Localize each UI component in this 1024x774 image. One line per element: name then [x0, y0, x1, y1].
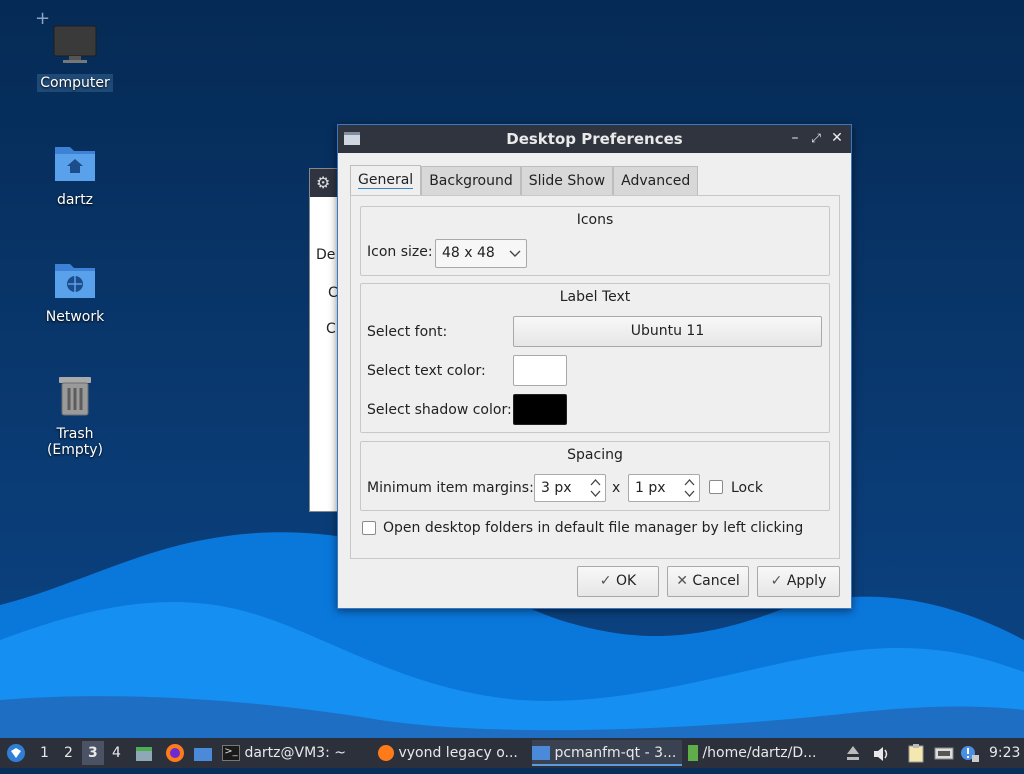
icon-size-label: Icon size: [367, 244, 433, 260]
cancel-icon: ✕ [676, 573, 688, 589]
task-file-manager[interactable]: /home/dartz/D... [688, 740, 838, 766]
check-icon: ✓ [770, 573, 783, 589]
open-folders-label: Open desktop folders in default file man… [383, 520, 804, 536]
label-text-group: Label Text Select font: Ubuntu 11 Select… [360, 283, 830, 433]
margin-x-value: 3 px [541, 480, 572, 496]
notification-icon[interactable] [960, 744, 980, 762]
clipboard-icon[interactable] [907, 743, 925, 763]
dialog-titlebar[interactable]: Desktop Preferences – ⤢ ✕ [338, 125, 851, 153]
desktop-icon-network[interactable]: Network [25, 256, 125, 326]
margin-y-value: 1 px [635, 480, 666, 496]
tab-background[interactable]: Background [421, 166, 521, 195]
tab-slide-show[interactable]: Slide Show [520, 166, 614, 195]
desktop-icon-label: Computer [37, 74, 113, 92]
margins-label: Minimum item margins: [367, 480, 534, 496]
computer-icon [51, 22, 99, 70]
spin-arrows-icon[interactable] [590, 478, 601, 498]
volume-icon[interactable] [872, 744, 890, 762]
file-manager-icon [688, 745, 698, 761]
shadow-color-swatch[interactable] [513, 394, 567, 425]
open-folders-checkbox[interactable] [362, 521, 376, 535]
tab-label: General [358, 172, 414, 189]
apply-label: Apply [786, 573, 827, 589]
task-label: /home/dartz/D... [702, 745, 817, 761]
firefox-icon [378, 745, 394, 761]
desktop-icon-home[interactable]: dartz [25, 139, 125, 209]
margin-x-spinbox[interactable]: 3 px [534, 474, 606, 502]
text-color-label: Select text color: [367, 363, 486, 379]
network-icon[interactable] [934, 744, 954, 762]
ok-button[interactable]: ✓ OK [577, 566, 659, 597]
icon-size-value: 48 x 48 [442, 245, 495, 261]
start-menu-icon[interactable] [6, 743, 26, 763]
general-tab-pane: Icons Icon size: 48 x 48 Label Text Sele… [350, 195, 840, 559]
desktop-icon-label: Network [45, 309, 105, 325]
trash-icon [51, 373, 99, 421]
margin-y-spinbox[interactable]: 1 px [628, 474, 700, 502]
tab-label: Advanced [621, 173, 691, 189]
background-window-label: De [316, 247, 336, 263]
desktop-icon-label: Trash (Empty) [46, 426, 104, 458]
spin-arrows-icon[interactable] [684, 478, 695, 498]
apply-button[interactable]: ✓ Apply [757, 566, 840, 597]
group-title: Label Text [559, 289, 631, 305]
group-title: Spacing [567, 447, 623, 463]
tab-advanced[interactable]: Advanced [613, 166, 699, 195]
gear-icon: ⚙ [316, 173, 331, 192]
task-pcmanfm[interactable]: pcmanfm-qt - 3... [532, 740, 682, 766]
firefox-launcher-icon[interactable] [165, 743, 185, 763]
select-font-label: Select font: [367, 324, 448, 340]
tab-label: Slide Show [528, 173, 606, 189]
maximize-icon[interactable]: ⤢ [807, 129, 825, 147]
ok-label: OK [615, 573, 637, 589]
folder-icon [532, 746, 550, 760]
tab-bar: General Background Slide Show Advanced [350, 165, 699, 196]
eject-icon[interactable] [846, 743, 860, 763]
files-launcher-icon[interactable] [135, 744, 153, 762]
close-icon[interactable]: ✕ [828, 129, 846, 147]
shadow-color-label: Select shadow color: [367, 402, 512, 418]
tab-label: Background [429, 173, 513, 189]
clock[interactable]: 9:23 [989, 738, 1020, 768]
workspace-2[interactable]: 2 [64, 738, 73, 768]
workspace-3[interactable]: 3 [82, 741, 104, 765]
task-label: dartz@VM3: ~ [244, 745, 346, 761]
home-folder-icon [51, 139, 99, 187]
desktop-preferences-dialog: Desktop Preferences – ⤢ ✕ General Backgr… [337, 124, 852, 609]
task-terminal[interactable]: >_ dartz@VM3: ~ [222, 740, 372, 766]
group-title: Icons [576, 212, 614, 228]
folder-launcher-icon[interactable] [193, 744, 213, 762]
task-label: pcmanfm-qt - 3... [554, 745, 677, 761]
lock-label: Lock [731, 480, 763, 496]
task-firefox[interactable]: vyond legacy o... [378, 740, 528, 766]
margin-separator: x [612, 480, 621, 496]
tab-general[interactable]: General [350, 165, 422, 196]
spacing-group: Spacing Minimum item margins: 3 px x 1 p… [360, 441, 830, 511]
network-folder-icon [51, 256, 99, 304]
workspace-4[interactable]: 4 [112, 738, 121, 768]
text-color-swatch[interactable] [513, 355, 567, 386]
desktop-icon-computer[interactable]: Computer [25, 22, 125, 92]
desktop-icon-trash[interactable]: Trash (Empty) [25, 373, 125, 459]
lock-checkbox[interactable] [709, 480, 723, 494]
minimize-icon[interactable]: – [786, 129, 804, 147]
icon-size-select[interactable]: 48 x 48 [435, 239, 527, 268]
icons-group: Icons Icon size: 48 x 48 [360, 206, 830, 276]
font-picker-button[interactable]: Ubuntu 11 [513, 316, 822, 347]
check-icon: ✓ [599, 573, 612, 589]
taskbar: 1 2 3 4 >_ dartz@VM3: ~ vyond legacy o..… [0, 738, 1024, 768]
cancel-button[interactable]: ✕ Cancel [667, 566, 749, 597]
task-label: vyond legacy o... [398, 745, 518, 761]
terminal-icon: >_ [222, 745, 240, 761]
desktop-icon-label: dartz [56, 192, 94, 208]
cancel-label: Cancel [692, 573, 740, 589]
workspace-1[interactable]: 1 [40, 738, 49, 768]
chevron-down-icon [509, 250, 521, 257]
dialog-title: Desktop Preferences [506, 130, 683, 148]
background-window-label: C [326, 321, 336, 337]
